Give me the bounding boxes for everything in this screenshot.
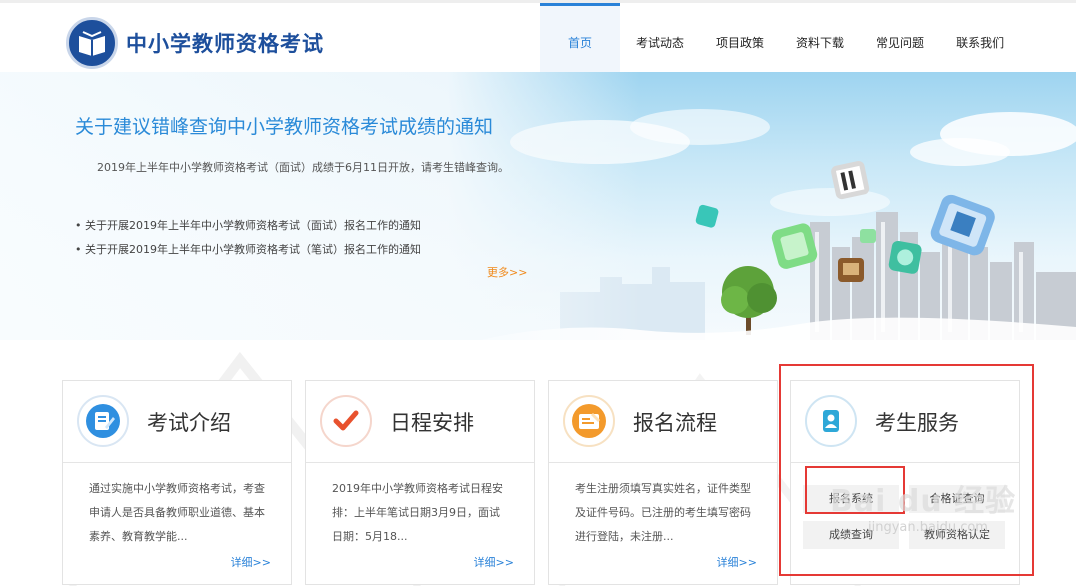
- card-schedule: 日程安排 2019年中小学教师资格考试日程安排：上半年笔试日期3月9日，面试日期…: [305, 380, 535, 585]
- book-emblem-icon: [66, 17, 118, 69]
- registration-icon: [563, 395, 615, 447]
- site-header: 中小学教师资格考试 首页 考试动态 项目政策 资料下载 常见问题 联系我们: [0, 0, 1076, 75]
- baidu-watermark: Bai du 经验: [830, 484, 1017, 519]
- card-description: 2019年中小学教师资格考试日程安排：上半年笔试日期3月9日，面试日期：5月18…: [332, 482, 503, 543]
- nav-downloads[interactable]: 资料下载: [780, 3, 860, 75]
- card-detail-link[interactable]: 详细>>: [474, 554, 514, 570]
- card-title: 日程安排: [390, 411, 474, 435]
- nav-faq[interactable]: 常见问题: [860, 3, 940, 75]
- card-header: 日程安排: [306, 381, 534, 463]
- nav-home[interactable]: 首页: [540, 3, 620, 75]
- news-link-written[interactable]: • 关于开展2019年上半年中小学教师资格考试（笔试）报名工作的通知: [75, 238, 421, 262]
- card-registration-process: 报名流程 考生注册须填写真实姓名，证件类型及证件号码。已注册的考生填写密码进行登…: [548, 380, 778, 585]
- main-nav: 首页 考试动态 项目政策 资料下载 常见问题 联系我们: [540, 3, 1020, 75]
- more-news-link[interactable]: 更多>>: [487, 264, 527, 280]
- card-title: 考试介绍: [147, 411, 231, 435]
- news-list: • 关于开展2019年上半年中小学教师资格考试（面试）报名工作的通知 • 关于开…: [75, 214, 421, 262]
- card-header: 考试介绍: [63, 381, 291, 463]
- card-description: 考生注册须填写真实姓名，证件类型及证件号码。已注册的考生填写密码进行登陆，未注册…: [575, 482, 751, 543]
- card-title: 报名流程: [633, 411, 717, 435]
- card-detail-link[interactable]: 详细>>: [231, 554, 271, 570]
- card-exam-intro: 考试介绍 通过实施中小学教师资格考试，考查申请人是否具备教师职业道德、基本素养、…: [62, 380, 292, 585]
- hero-banner: 关于建议错峰查询中小学教师资格考试成绩的通知 2019年上半年中小学教师资格考试…: [0, 72, 1076, 340]
- nav-policy[interactable]: 项目政策: [700, 3, 780, 75]
- nav-exam-news[interactable]: 考试动态: [620, 3, 700, 75]
- logo[interactable]: 中小学教师资格考试: [66, 17, 324, 69]
- schedule-check-icon: [320, 395, 372, 447]
- card-description: 通过实施中小学教师资格考试，考查申请人是否具备教师职业道德、基本素养、教育教学能…: [89, 482, 265, 543]
- exam-intro-icon: [77, 395, 129, 447]
- nav-contact[interactable]: 联系我们: [940, 3, 1020, 75]
- banner-summary: 2019年上半年中小学教师资格考试（面试）成绩于6月11日开放，请考生错峰查询。: [97, 161, 509, 174]
- card-header: 报名流程: [549, 381, 777, 463]
- site-title: 中小学教师资格考试: [126, 32, 324, 56]
- baidu-watermark-url: jingyan.baidu.com: [868, 520, 988, 535]
- banner-headline-link[interactable]: 关于建议错峰查询中小学教师资格考试成绩的通知: [75, 112, 493, 139]
- news-link-interview[interactable]: • 关于开展2019年上半年中小学教师资格考试（面试）报名工作的通知: [75, 214, 421, 238]
- card-detail-link[interactable]: 详细>>: [717, 554, 757, 570]
